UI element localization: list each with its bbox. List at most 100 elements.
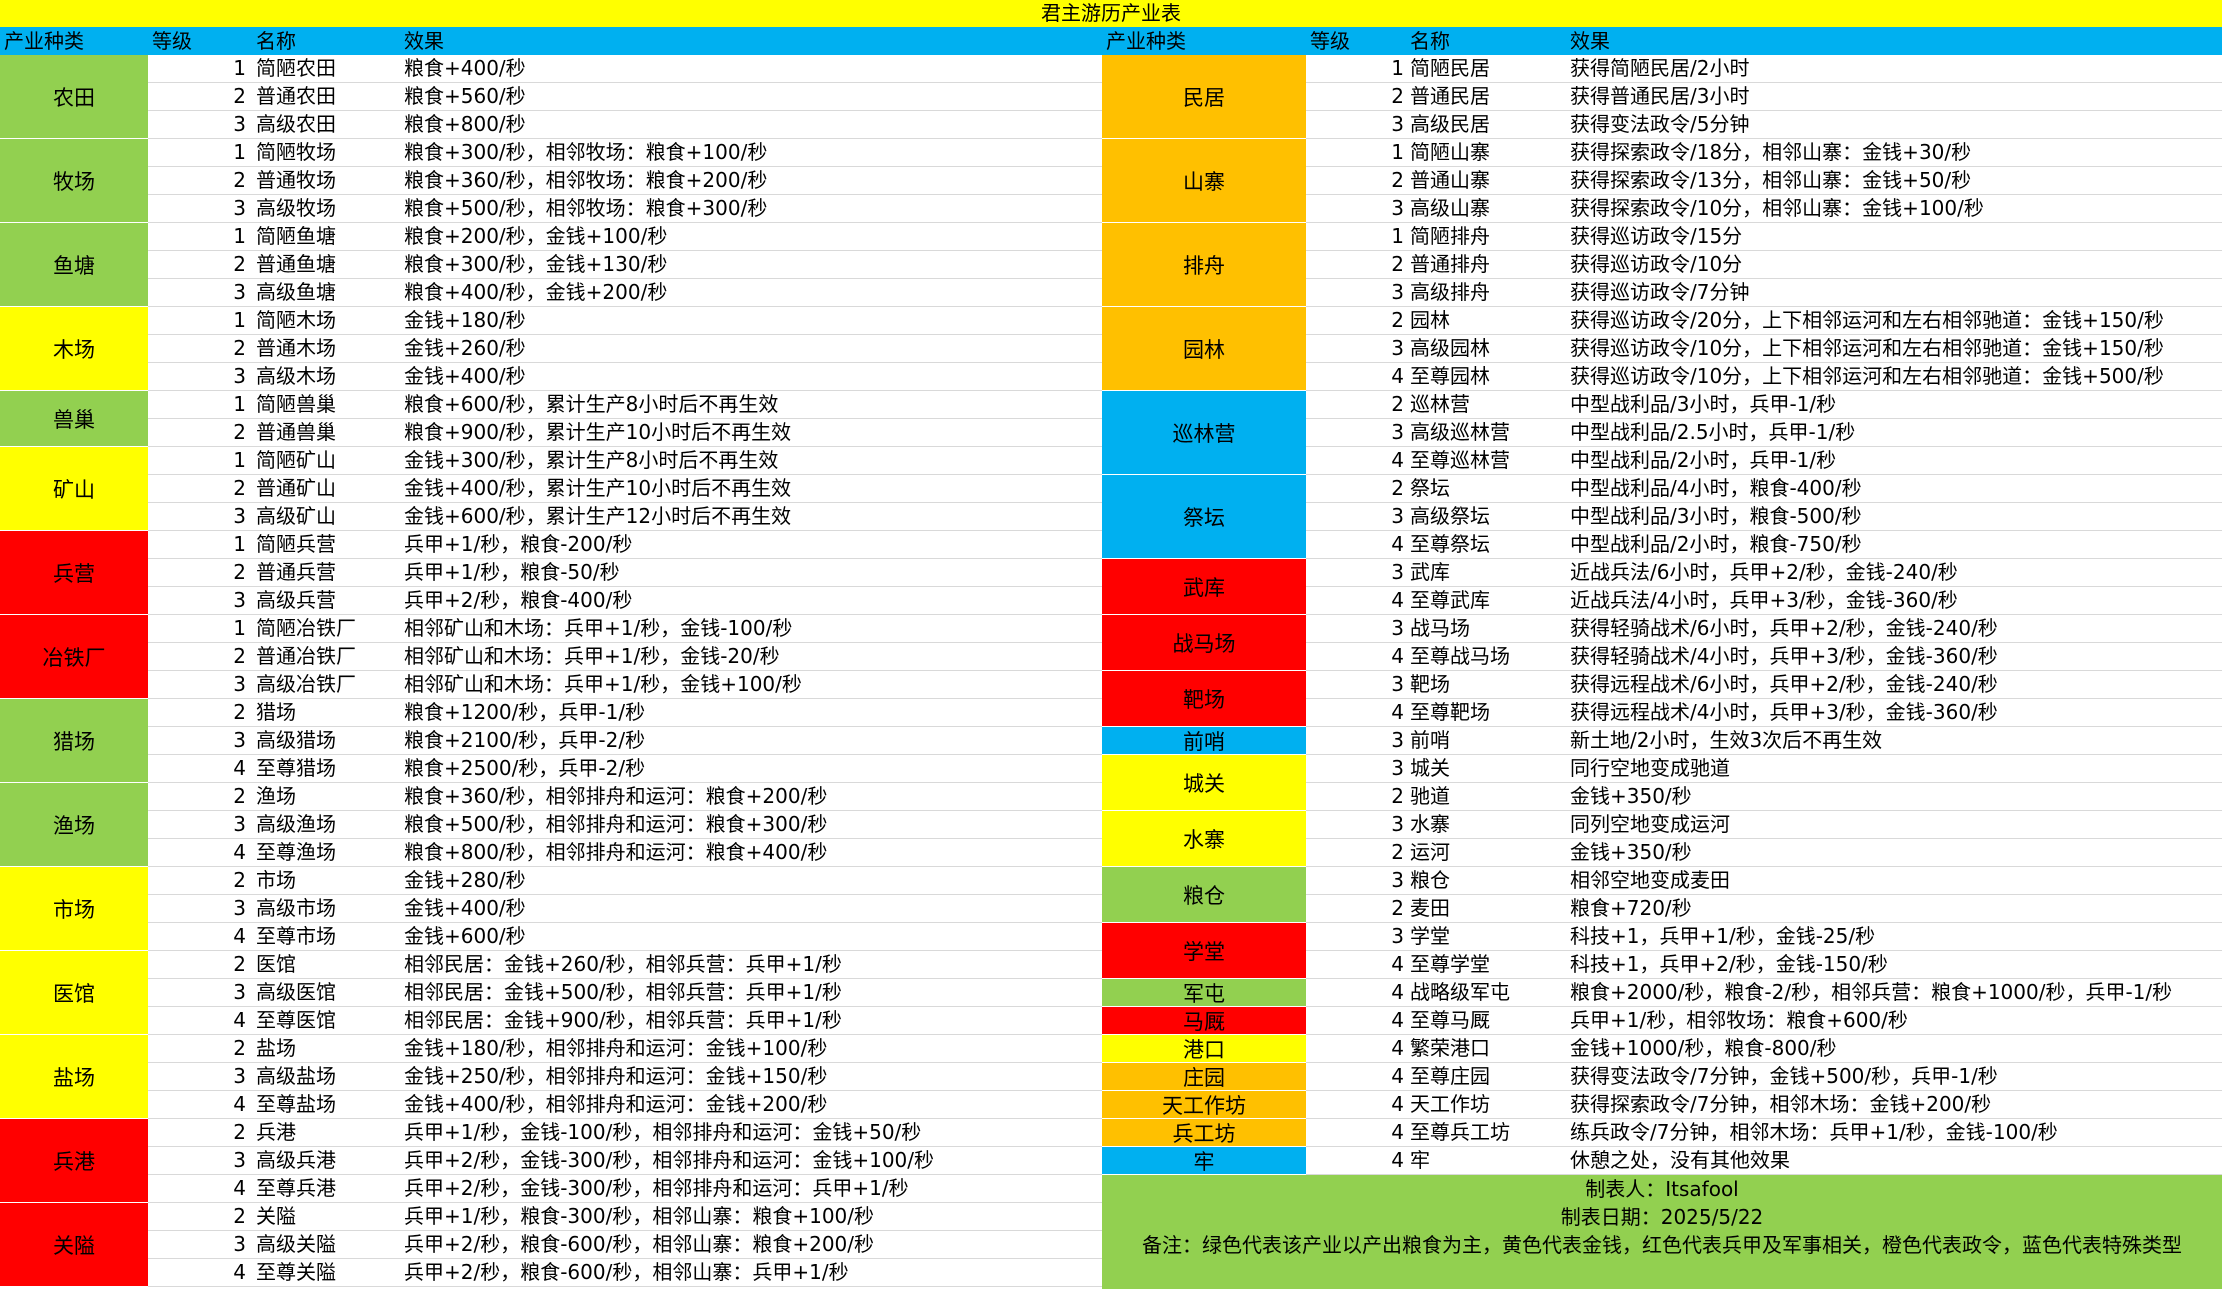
name-cell: 至尊学堂 — [1410, 952, 1490, 976]
name-cell: 普通鱼塘 — [256, 252, 336, 276]
level-cell: 3 — [233, 812, 246, 836]
name-cell: 巡林营 — [1410, 392, 1470, 416]
level-cell: 1 — [233, 224, 246, 248]
category-cell: 城关 — [1102, 755, 1306, 811]
name-cell: 至尊盐场 — [256, 1092, 336, 1116]
level-cell: 2 — [233, 868, 246, 892]
effect-cell: 粮食+600/秒，累计生产8小时后不再生效 — [404, 392, 779, 416]
name-cell: 高级排舟 — [1410, 280, 1490, 304]
name-cell: 高级巡林营 — [1410, 420, 1510, 444]
category-cell: 木场 — [0, 307, 148, 391]
name-cell: 至尊武库 — [1410, 588, 1490, 612]
effect-cell: 粮食+900/秒，累计生产10小时后不再生效 — [404, 420, 792, 444]
effect-cell: 获得探索政令/7分钟，相邻木场：金钱+200/秒 — [1570, 1092, 1992, 1116]
level-cell: 1 — [233, 308, 246, 332]
level-cell: 2 — [1391, 84, 1404, 108]
level-cell: 1 — [233, 448, 246, 472]
level-cell: 1 — [1391, 56, 1404, 80]
name-cell: 普通矿山 — [256, 476, 336, 500]
category-cell: 关隘 — [0, 1203, 148, 1287]
level-cell: 1 — [233, 56, 246, 80]
remark-line: 备注：绿色代表该产业以产出粮食为主，黄色代表金钱，红色代表兵甲及军事相关，橙色代… — [1142, 1233, 2182, 1257]
table-row: 3 高级关隘 兵甲+2/秒，粮食-600/秒，相邻山寨：粮食+200/秒 — [0, 1231, 1102, 1259]
level-cell: 2 — [233, 784, 246, 808]
category-cell: 巡林营 — [1102, 391, 1306, 475]
category-cell: 祭坛 — [1102, 475, 1306, 559]
effect-cell: 练兵政令/7分钟，相邻木场：兵甲+1/秒，金钱-100/秒 — [1570, 1120, 2058, 1144]
level-cell: 2 — [233, 560, 246, 584]
effect-cell: 金钱+350/秒 — [1570, 840, 1692, 864]
level-cell: 2 — [1391, 784, 1404, 808]
effect-cell: 获得轻骑战术/6小时，兵甲+2/秒，金钱-240/秒 — [1570, 616, 1998, 640]
name-cell: 至尊马厩 — [1410, 1008, 1490, 1032]
name-cell: 高级山寨 — [1410, 196, 1490, 220]
category-cell: 牧场 — [0, 139, 148, 223]
category-cell: 学堂 — [1102, 923, 1306, 979]
level-cell: 2 — [1391, 840, 1404, 864]
name-cell: 简陋鱼塘 — [256, 224, 336, 248]
category-cell: 农田 — [0, 55, 148, 139]
name-cell: 至尊兵港 — [256, 1176, 336, 1200]
level-cell: 3 — [1391, 756, 1404, 780]
name-cell: 靶场 — [1410, 672, 1450, 696]
effect-cell: 中型战利品/2小时，粮食-750/秒 — [1570, 532, 1862, 556]
left-header-row: 产业种类 等级 名称 效果 — [0, 27, 1102, 55]
table-row: 2 普通木场 金钱+260/秒 — [0, 335, 1102, 363]
effect-cell: 获得巡访政令/7分钟 — [1570, 280, 1750, 304]
level-cell: 2 — [1391, 252, 1404, 276]
name-cell: 简陋兽巢 — [256, 392, 336, 416]
table-row: 2 普通冶铁厂 相邻矿山和木场：兵甲+1/秒，金钱-20/秒 — [0, 643, 1102, 671]
effect-cell: 兵甲+2/秒，粮食-600/秒，相邻山寨：兵甲+1/秒 — [404, 1260, 849, 1284]
effect-cell: 新土地/2小时，生效3次后不再生效 — [1570, 728, 1883, 752]
level-cell: 2 — [1391, 476, 1404, 500]
table-row: 3 高级兵营 兵甲+2/秒，粮食-400/秒 — [0, 587, 1102, 615]
table-row: 3 高级冶铁厂 相邻矿山和木场：兵甲+1/秒，金钱+100/秒 — [0, 671, 1102, 699]
table-row: 1 简陋兵营 兵甲+1/秒，粮食-200/秒 — [0, 531, 1102, 559]
table-row: 1 简陋冶铁厂 相邻矿山和木场：兵甲+1/秒，金钱-100/秒 — [0, 615, 1102, 643]
level-cell: 1 — [1391, 140, 1404, 164]
table-row: 3 高级兵港 兵甲+2/秒，金钱-300/秒，相邻排舟和运河：金钱+100/秒 — [0, 1147, 1102, 1175]
category-cell: 兵营 — [0, 531, 148, 615]
category-cell: 兵港 — [0, 1119, 148, 1203]
effect-cell: 兵甲+1/秒，相邻牧场：粮食+600/秒 — [1570, 1008, 1908, 1032]
level-cell: 2 — [233, 952, 246, 976]
name-cell: 普通木场 — [256, 336, 336, 360]
level-cell: 3 — [1391, 812, 1404, 836]
effect-cell: 获得巡访政令/10分，上下相邻运河和左右相邻驰道：金钱+150/秒 — [1570, 336, 2164, 360]
level-cell: 3 — [233, 896, 246, 920]
name-cell: 普通民居 — [1410, 84, 1490, 108]
level-cell: 2 — [233, 1120, 246, 1144]
level-cell: 3 — [1391, 420, 1404, 444]
effect-cell: 粮食+800/秒，相邻排舟和运河：粮食+400/秒 — [404, 840, 828, 864]
maker-line: 制表人：Itsafool — [1585, 1177, 1739, 1201]
name-cell: 简陋矿山 — [256, 448, 336, 472]
effect-cell: 金钱+600/秒 — [404, 924, 526, 948]
table-row: 3 高级木场 金钱+400/秒 — [0, 363, 1102, 391]
name-cell: 简陋冶铁厂 — [256, 616, 356, 640]
effect-cell: 粮食+500/秒，相邻排舟和运河：粮食+300/秒 — [404, 812, 828, 836]
name-cell: 至尊渔场 — [256, 840, 336, 864]
level-cell: 4 — [1391, 588, 1404, 612]
effect-cell: 金钱+260/秒 — [404, 336, 526, 360]
category-cell: 排舟 — [1102, 223, 1306, 307]
table-row: 2 盐场 金钱+180/秒，相邻排舟和运河：金钱+100/秒 — [0, 1035, 1102, 1063]
category-cell: 山寨 — [1102, 139, 1306, 223]
level-cell: 4 — [1391, 1036, 1404, 1060]
level-cell: 3 — [233, 196, 246, 220]
notes-panel: 制表人：Itsafool 制表日期：2025/5/22 备注：绿色代表该产业以产… — [1102, 1175, 2222, 1289]
effect-cell: 粮食+2100/秒，兵甲-2/秒 — [404, 728, 646, 752]
name-cell: 盐场 — [256, 1036, 296, 1060]
table-row: 3 高级鱼塘 粮食+400/秒，金钱+200/秒 — [0, 279, 1102, 307]
name-cell: 高级祭坛 — [1410, 504, 1490, 528]
name-cell: 驰道 — [1410, 784, 1450, 808]
level-cell: 4 — [1391, 644, 1404, 668]
name-cell: 高级市场 — [256, 896, 336, 920]
level-cell: 4 — [1391, 980, 1404, 1004]
table-row: 2 普通鱼塘 粮食+300/秒，金钱+130/秒 — [0, 251, 1102, 279]
category-cell: 水寨 — [1102, 811, 1306, 867]
name-cell: 武库 — [1410, 560, 1450, 584]
name-cell: 简陋木场 — [256, 308, 336, 332]
level-cell: 4 — [233, 840, 246, 864]
level-cell: 2 — [233, 476, 246, 500]
effect-cell: 获得简陋民居/2小时 — [1570, 56, 1750, 80]
